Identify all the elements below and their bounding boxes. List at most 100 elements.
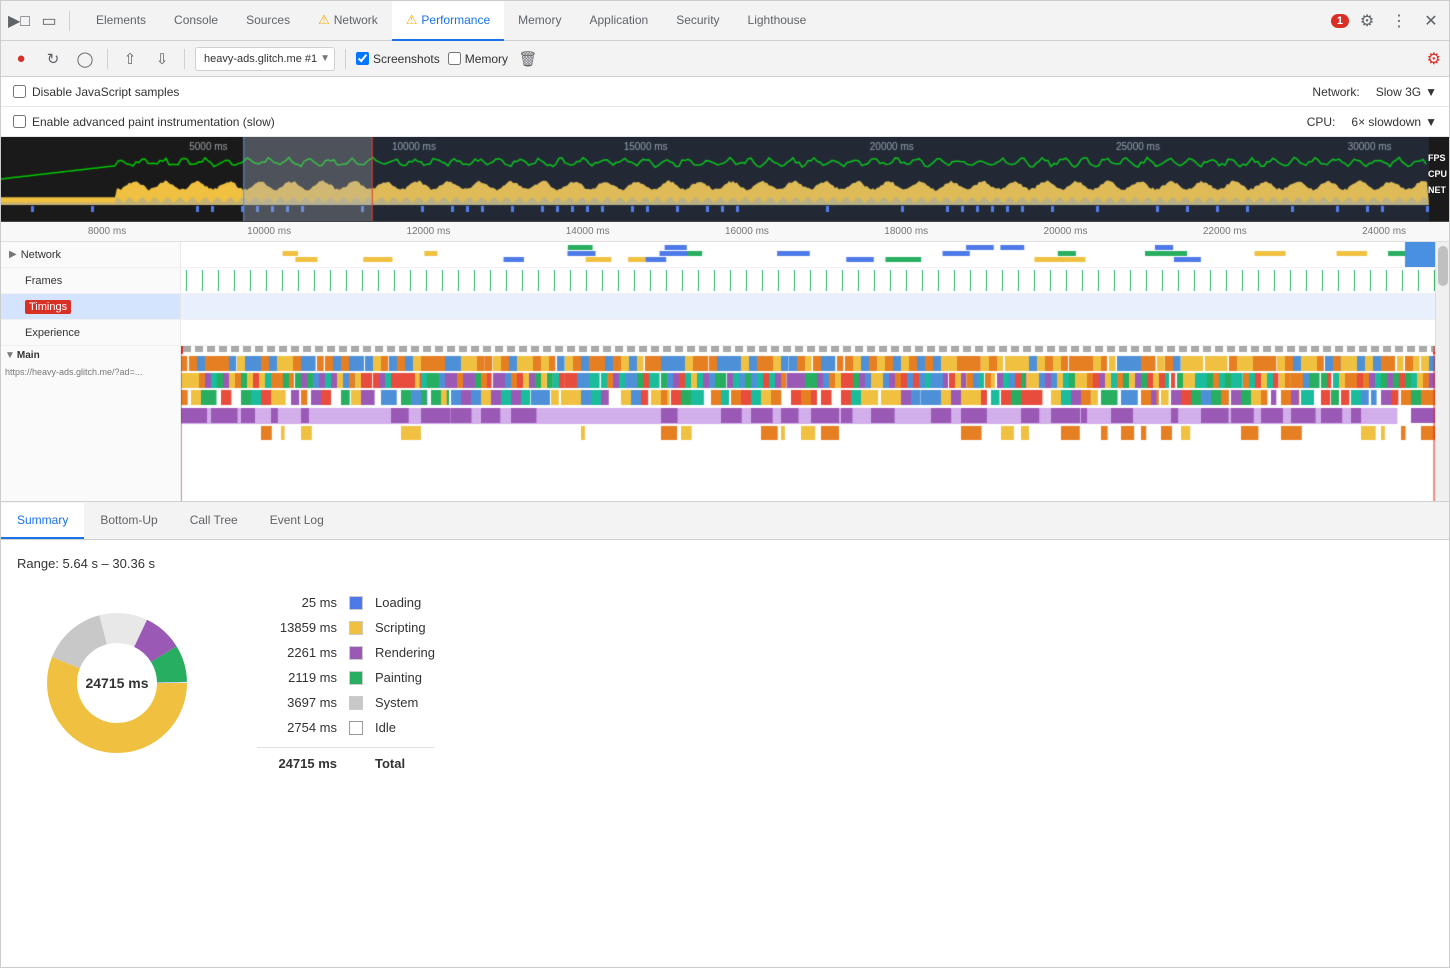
donut-center: 24715 ms (85, 675, 148, 691)
tab-console-label: Console (174, 13, 218, 27)
network-track-name[interactable]: ▶ Network (1, 242, 181, 267)
legend-painting-value: 2119 ms (257, 670, 337, 685)
main-thread-expand[interactable]: ▼ Main (5, 350, 40, 361)
donut-chart: 24715 ms (37, 603, 197, 763)
settings-row-1: Disable JavaScript samples Network: Slow… (1, 77, 1449, 107)
legend-system-label: System (375, 695, 418, 710)
settings-button[interactable]: ⚙ (1353, 7, 1381, 35)
tab-lighthouse[interactable]: Lighthouse (734, 1, 821, 41)
tab-console[interactable]: Console (160, 1, 232, 41)
reload-record-button[interactable]: ↻ (41, 47, 65, 71)
advanced-paint-setting[interactable]: Enable advanced paint instrumentation (s… (13, 115, 275, 129)
timings-track-content (181, 294, 1435, 319)
main-thread-track-name[interactable]: ▼ Main https://heavy-ads.glitch.me/?ad=.… (1, 346, 181, 501)
more-options-button[interactable]: ⋮ (1385, 7, 1413, 35)
tab-performance[interactable]: ⚠ Performance (392, 1, 504, 41)
frames-track: Frames (1, 268, 1435, 294)
close-devtools-button[interactable]: ✕ (1417, 7, 1445, 35)
tab-event-log[interactable]: Event Log (254, 503, 340, 539)
tab-event-log-label: Event Log (270, 513, 324, 527)
disable-js-checkbox[interactable] (13, 85, 26, 98)
legend-row-rendering: 2261 ms Rendering (257, 645, 435, 660)
network-throttle-select[interactable]: Slow 3G ▼ (1376, 85, 1437, 99)
track-labels-right: FPS CPU NET (1428, 153, 1447, 195)
inspect-element-button[interactable]: ▶□ (5, 7, 33, 35)
timings-track-name[interactable]: Timings (1, 294, 181, 319)
legend-scripting-value: 13859 ms (257, 620, 337, 635)
clear-button[interactable]: ◯ (73, 47, 97, 71)
network-track-content (181, 242, 1435, 267)
legend-row-total: 24715 ms Total (257, 747, 435, 771)
tab-sources[interactable]: Sources (232, 1, 304, 41)
main-thread-label: Main (17, 350, 40, 361)
network-throttle-arrow: ▼ (1425, 85, 1437, 99)
legend-total-label: Total (375, 756, 405, 771)
tab-application[interactable]: Application (575, 1, 662, 41)
record-button[interactable]: ● (9, 47, 33, 71)
main-thread-content[interactable] (181, 346, 1435, 501)
timeline-overview[interactable]: FPS CPU NET (1, 137, 1449, 222)
tab-sources-label: Sources (246, 13, 290, 27)
network-warn-icon: ⚠ (318, 12, 330, 28)
legend-loading-label: Loading (375, 595, 421, 610)
timings-track: Timings (1, 294, 1435, 320)
profile-url: heavy-ads.glitch.me #1 (204, 53, 320, 65)
device-toolbar-button[interactable]: ▭ (35, 7, 63, 35)
network-track-label: Network (21, 249, 61, 261)
scrollbar-thumb[interactable] (1438, 246, 1448, 286)
advanced-paint-checkbox[interactable] (13, 115, 26, 128)
experience-track-name[interactable]: Experience (1, 320, 181, 345)
cpu-label-overview: CPU (1428, 169, 1447, 179)
cpu-throttle-select[interactable]: 6× slowdown ▼ (1351, 115, 1437, 129)
download-button[interactable]: ⇩ (150, 47, 174, 71)
tab-call-tree[interactable]: Call Tree (174, 503, 254, 539)
network-expand-arrow[interactable]: ▶ (9, 249, 17, 260)
profile-select-wrap[interactable]: heavy-ads.glitch.me #1 ▼ (195, 47, 335, 71)
settings-gear-icon[interactable]: ⚙ (1427, 49, 1441, 69)
trash-button[interactable]: 🗑 (516, 47, 540, 71)
screenshots-checkbox-group[interactable]: Screenshots (356, 52, 440, 66)
tab-network[interactable]: ⚠ Network (304, 1, 392, 41)
toolbar-sep-2 (184, 49, 185, 69)
network-label: Network: (1312, 85, 1359, 99)
legend-rendering-label: Rendering (375, 645, 435, 660)
legend-idle-value: 2754 ms (257, 720, 337, 735)
screenshots-label: Screenshots (373, 52, 440, 66)
experience-track-content (181, 320, 1435, 345)
cpu-label: CPU: (1307, 115, 1336, 129)
cpu-settings: CPU: 6× slowdown ▼ (1307, 115, 1437, 129)
legend-row-scripting: 13859 ms Scripting (257, 620, 435, 635)
tab-memory-label: Memory (518, 13, 561, 27)
main-thread-canvas (181, 346, 1435, 501)
main-expand-arrow[interactable]: ▼ (5, 350, 15, 361)
cpu-throttle-arrow: ▼ (1425, 115, 1437, 129)
profile-select-arrow: ▼ (320, 53, 330, 64)
legend-rendering-swatch (349, 646, 363, 660)
legend-idle-label: Idle (375, 720, 396, 735)
legend-row-idle: 2754 ms Idle (257, 720, 435, 735)
advanced-paint-label: Enable advanced paint instrumentation (s… (32, 115, 275, 129)
upload-button[interactable]: ⇧ (118, 47, 142, 71)
tab-performance-label: Performance (421, 13, 490, 27)
tab-security[interactable]: Security (662, 1, 733, 41)
tab-summary[interactable]: Summary (1, 503, 84, 539)
screenshots-checkbox[interactable] (356, 52, 369, 65)
legend-total-value: 24715 ms (257, 756, 337, 771)
tab-bottom-up[interactable]: Bottom-Up (84, 503, 173, 539)
bottom-panel: Summary Bottom-Up Call Tree Event Log Ra… (1, 502, 1449, 967)
fps-label: FPS (1428, 153, 1447, 163)
frames-track-name[interactable]: Frames (1, 268, 181, 293)
tab-memory[interactable]: Memory (504, 1, 575, 41)
legend-system-swatch (349, 696, 363, 710)
tab-call-tree-label: Call Tree (190, 513, 238, 527)
memory-checkbox[interactable] (448, 52, 461, 65)
memory-checkbox-group[interactable]: Memory (448, 52, 508, 66)
legend-row-loading: 25 ms Loading (257, 595, 435, 610)
timeline-scrollbar[interactable] (1435, 242, 1449, 501)
summary-body: 24715 ms 25 ms Loading 13859 ms Scriptin… (17, 595, 1433, 771)
tab-elements[interactable]: Elements (82, 1, 160, 41)
tab-security-label: Security (676, 13, 719, 27)
disable-js-setting[interactable]: Disable JavaScript samples (13, 85, 179, 99)
cpu-throttle-value: 6× slowdown (1351, 115, 1421, 129)
main-tabs: Elements Console Sources ⚠ Network ⚠ Per… (82, 1, 1331, 41)
